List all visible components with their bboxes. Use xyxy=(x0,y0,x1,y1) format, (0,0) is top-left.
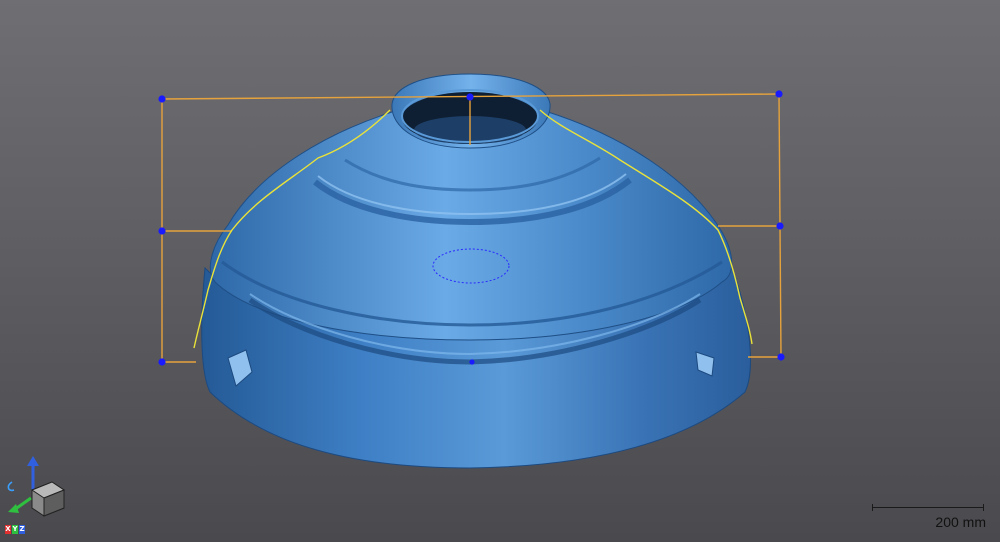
scene-svg[interactable] xyxy=(0,0,1000,542)
axis-label-x: X xyxy=(5,525,11,534)
axis-label-z: Z xyxy=(19,525,25,534)
scale-bar: 200 mm xyxy=(872,504,986,534)
handle-bottom-center[interactable] xyxy=(469,359,475,365)
handle-bottom-right[interactable] xyxy=(777,353,785,361)
axis-gizmo[interactable]: X Y Z xyxy=(2,456,74,536)
handle-top-left[interactable] xyxy=(158,95,166,103)
handle-top-center[interactable] xyxy=(466,93,474,101)
handle-bottom-left[interactable] xyxy=(158,358,166,366)
scale-bar-label: 200 mm xyxy=(935,514,986,530)
handle-top-right[interactable] xyxy=(775,90,783,98)
3d-viewport[interactable]: X Y Z 200 mm xyxy=(0,0,1000,542)
scale-bar-line xyxy=(872,504,984,511)
axis-gizmo-icon xyxy=(7,456,66,517)
axis-labels: X Y Z xyxy=(5,525,25,534)
handle-mid-right[interactable] xyxy=(776,222,784,230)
axis-label-y: Y xyxy=(12,525,18,534)
handle-mid-left[interactable] xyxy=(158,227,166,235)
